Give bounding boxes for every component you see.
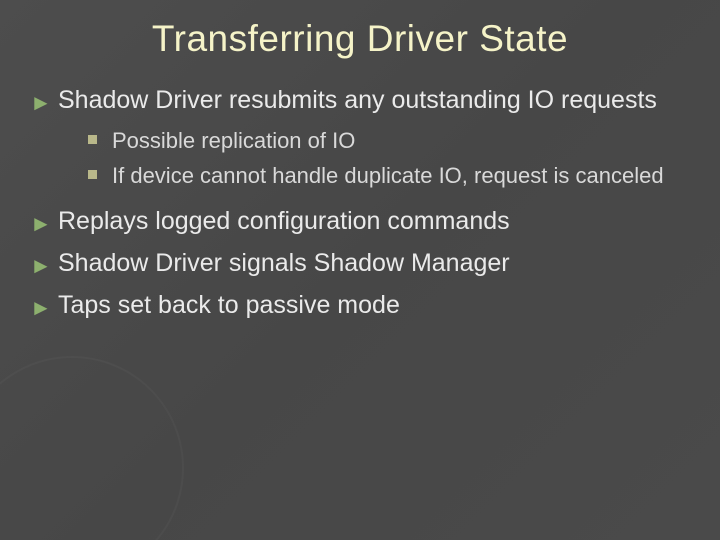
sub-list-item: Possible replication of IO bbox=[58, 126, 690, 156]
bullet-list: ► Shadow Driver resubmits any outstandin… bbox=[30, 84, 690, 322]
sub-list-item-text: Possible replication of IO bbox=[112, 128, 355, 153]
list-item: ► Shadow Driver signals Shadow Manager bbox=[30, 247, 690, 281]
list-item-text: Replays logged configuration commands bbox=[58, 207, 510, 235]
list-item: ► Replays logged configuration commands bbox=[30, 205, 690, 239]
list-item: ► Taps set back to passive mode bbox=[30, 289, 690, 323]
triangle-icon: ► bbox=[30, 88, 52, 118]
list-item: ► Shadow Driver resubmits any outstandin… bbox=[30, 84, 690, 191]
triangle-icon: ► bbox=[30, 209, 52, 239]
list-item-text: Shadow Driver resubmits any outstanding … bbox=[58, 86, 657, 114]
square-icon bbox=[88, 135, 97, 144]
triangle-icon: ► bbox=[30, 251, 52, 281]
triangle-icon: ► bbox=[30, 293, 52, 323]
sub-list-item-text: If device cannot handle duplicate IO, re… bbox=[112, 163, 664, 188]
list-item-text: Taps set back to passive mode bbox=[58, 291, 400, 319]
list-item-text: Shadow Driver signals Shadow Manager bbox=[58, 249, 510, 277]
sub-list: Possible replication of IO If device can… bbox=[58, 126, 690, 191]
slide-title: Transferring Driver State bbox=[30, 18, 690, 60]
sub-list-item: If device cannot handle duplicate IO, re… bbox=[58, 161, 690, 191]
decorative-swirl bbox=[0, 356, 184, 540]
slide: Transferring Driver State ► Shadow Drive… bbox=[0, 0, 720, 540]
square-icon bbox=[88, 170, 97, 179]
